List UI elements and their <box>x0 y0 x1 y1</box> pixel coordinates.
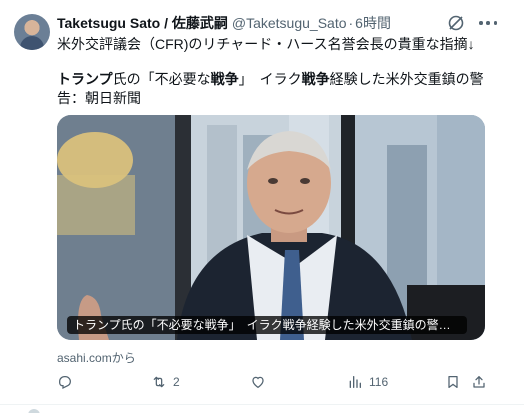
title-text-2: 」 イラク <box>238 71 302 87</box>
reply-icon <box>59 376 71 390</box>
views-count: 116 <box>369 375 389 389</box>
share-button[interactable] <box>471 372 487 392</box>
title-bold-2: 戦争 <box>210 71 239 87</box>
article-title: トランプ氏の「不必要な戦争」 イラク戦争経験した米外交重鎮の警告：朝日新聞 <box>57 70 497 108</box>
views-button[interactable]: 116 <box>347 372 388 392</box>
repost-button[interactable]: 2 <box>151 372 180 392</box>
link-card[interactable]: トランプ氏の「不必要な戦争」 イラク戦争経験した米外交重鎮の警告：朝日新聞 <box>57 115 485 340</box>
tweet-header: Taketsugu Sato / 佐藤武嗣 @Taketsugu_Sato · … <box>57 13 391 33</box>
card-image <box>57 115 485 340</box>
like-button[interactable] <box>250 372 272 392</box>
views-icon <box>349 376 361 388</box>
reply-button[interactable] <box>57 372 79 392</box>
card-caption[interactable]: トランプ氏の「不必要な戦争」 イラク戦争経験した米外交重鎮の警告：朝日新聞 <box>67 316 467 334</box>
title-bold-3: 戦争 <box>301 71 330 87</box>
tweet-text: 米外交評議会（CFR)のリチャード・ハース名誉会長の貴重な指摘↓ <box>57 36 475 52</box>
user-handle[interactable]: @Taketsugu_Sato <box>232 15 347 31</box>
post-time[interactable]: 6時間 <box>355 13 391 33</box>
separator-dot: · <box>348 15 354 31</box>
user-avatar[interactable] <box>14 14 50 50</box>
repost-icon <box>153 376 165 388</box>
grok-icon[interactable] <box>447 14 465 32</box>
post-divider <box>0 404 524 405</box>
title-bold-1: トランプ <box>57 71 113 87</box>
title-text-1: 氏の「不必要な <box>112 71 211 87</box>
more-options-icon[interactable] <box>479 14 497 32</box>
bookmark-button[interactable] <box>445 372 461 392</box>
share-icon <box>473 376 485 388</box>
action-bar: 2 116 <box>57 372 489 392</box>
card-source[interactable]: asahi.comから <box>57 349 136 366</box>
display-name[interactable]: Taketsugu Sato / 佐藤武嗣 <box>57 13 228 33</box>
heart-icon <box>252 376 264 389</box>
bookmark-icon <box>448 376 458 388</box>
repost-count: 2 <box>173 375 180 389</box>
tweet-post[interactable]: Taketsugu Sato / 佐藤武嗣 @Taketsugu_Sato · … <box>0 0 524 413</box>
next-post-avatar[interactable] <box>28 409 40 413</box>
